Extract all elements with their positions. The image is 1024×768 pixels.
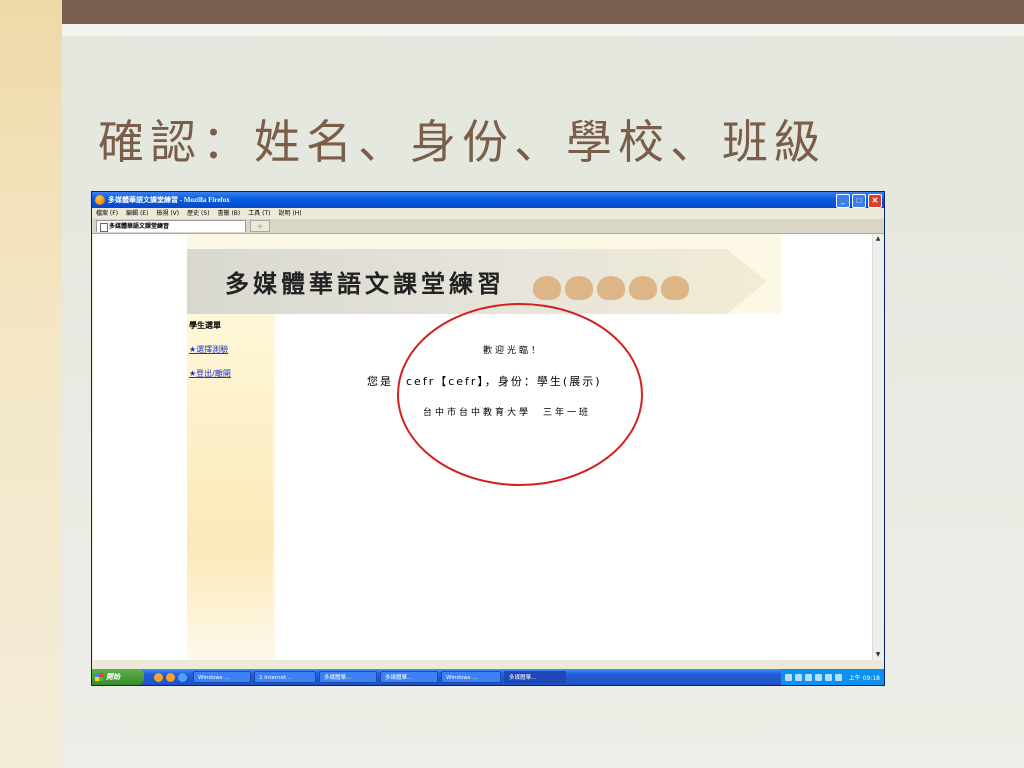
tray-icon[interactable] — [784, 673, 792, 681]
windows-taskbar: 開始 Windows ... 2 Internet... 多媒體華... 多媒體… — [92, 669, 884, 685]
vertical-scrollbar[interactable]: ▲ ▼ — [872, 234, 883, 660]
kids-illustration — [533, 276, 689, 300]
window-title: 多媒體華語文課堂練習 - Mozilla Firefox — [108, 196, 230, 204]
sidebar-link-select-quiz[interactable]: ★選擇測驗 — [189, 344, 228, 355]
student-sidebar — [187, 314, 273, 660]
clock: 上午 09:18 — [848, 674, 880, 682]
kid-figure — [565, 276, 593, 300]
slide-top-bar — [62, 0, 1024, 24]
menu-help[interactable]: 說明 (H) — [279, 208, 302, 219]
tab-bar: 多媒體華語文課堂練習 + — [92, 219, 884, 234]
site-title: 多媒體華語文課堂練習 — [225, 269, 505, 298]
start-button[interactable]: 開始 — [92, 669, 144, 685]
window-titlebar: 多媒體華語文課堂練習 - Mozilla Firefox _ □ ✕ — [92, 192, 884, 208]
task-button[interactable]: Windows ... — [441, 671, 501, 683]
firefox-logo-icon — [95, 195, 105, 205]
menu-tools[interactable]: 工具 (T) — [248, 208, 270, 219]
kid-figure — [629, 276, 657, 300]
menu-edit[interactable]: 編輯 (E) — [126, 208, 148, 219]
minimize-button[interactable]: _ — [836, 194, 850, 208]
sidebar-link-logout[interactable]: ★登出/離開 — [189, 368, 231, 379]
kid-figure — [533, 276, 561, 300]
menu-history[interactable]: 歷史 (S) — [187, 208, 209, 219]
sidebar-heading: 學生選單 — [189, 321, 221, 330]
slide-left-accent — [0, 0, 62, 768]
windows-flag-icon — [95, 673, 103, 681]
task-button[interactable]: Windows ... — [193, 671, 251, 683]
new-tab-button[interactable]: + — [250, 220, 270, 232]
task-button[interactable]: 多媒體華... — [319, 671, 377, 683]
page-content: 多媒體華語文課堂練習 學生選單 ★選擇測驗 ★登出/離開 歡迎光臨！ 您是 ce… — [93, 234, 872, 660]
maximize-button[interactable]: □ — [852, 194, 866, 208]
tab-active[interactable]: 多媒體華語文課堂練習 — [96, 220, 246, 232]
task-button[interactable]: 2 Internet... — [254, 671, 316, 683]
menu-bookmarks[interactable]: 書籤 (B) — [218, 208, 241, 219]
firefox-quick-icon[interactable] — [154, 672, 163, 682]
menu-bar: 檔案 (F) 編輯 (E) 檢視 (V) 歷史 (S) 書籤 (B) 工具 (T… — [92, 208, 884, 219]
system-tray: 上午 09:18 — [780, 669, 884, 685]
kid-figure — [597, 276, 625, 300]
start-label: 開始 — [106, 673, 120, 681]
tray-icon[interactable] — [804, 673, 812, 681]
tray-icon[interactable] — [834, 673, 842, 681]
tray-icon[interactable] — [824, 673, 832, 681]
task-button-active[interactable]: 多媒體華... — [504, 671, 566, 683]
tab-label: 多媒體華語文課堂練習 — [109, 223, 170, 230]
firefox-quick-icon[interactable] — [166, 672, 175, 682]
kid-figure — [661, 276, 689, 300]
task-button[interactable]: 多媒體華... — [380, 671, 438, 683]
scroll-down-icon[interactable]: ▼ — [873, 650, 883, 660]
tray-icon[interactable] — [794, 673, 802, 681]
slide-title: 確認：姓名、身份、學校、班級 — [98, 115, 826, 169]
slide-top-line — [62, 24, 1024, 36]
scroll-up-icon[interactable]: ▲ — [873, 234, 883, 244]
menu-file[interactable]: 檔案 (F) — [96, 208, 118, 219]
menu-view[interactable]: 檢視 (V) — [156, 208, 179, 219]
tray-icon[interactable] — [814, 673, 822, 681]
firefox-window: 多媒體華語文課堂練習 - Mozilla Firefox _ □ ✕ 檔案 (F… — [91, 191, 885, 686]
ie-quick-icon[interactable] — [178, 672, 187, 682]
highlight-ellipse — [397, 303, 643, 486]
quick-launch — [154, 672, 187, 682]
page-icon — [100, 223, 108, 232]
close-button[interactable]: ✕ — [868, 194, 882, 208]
